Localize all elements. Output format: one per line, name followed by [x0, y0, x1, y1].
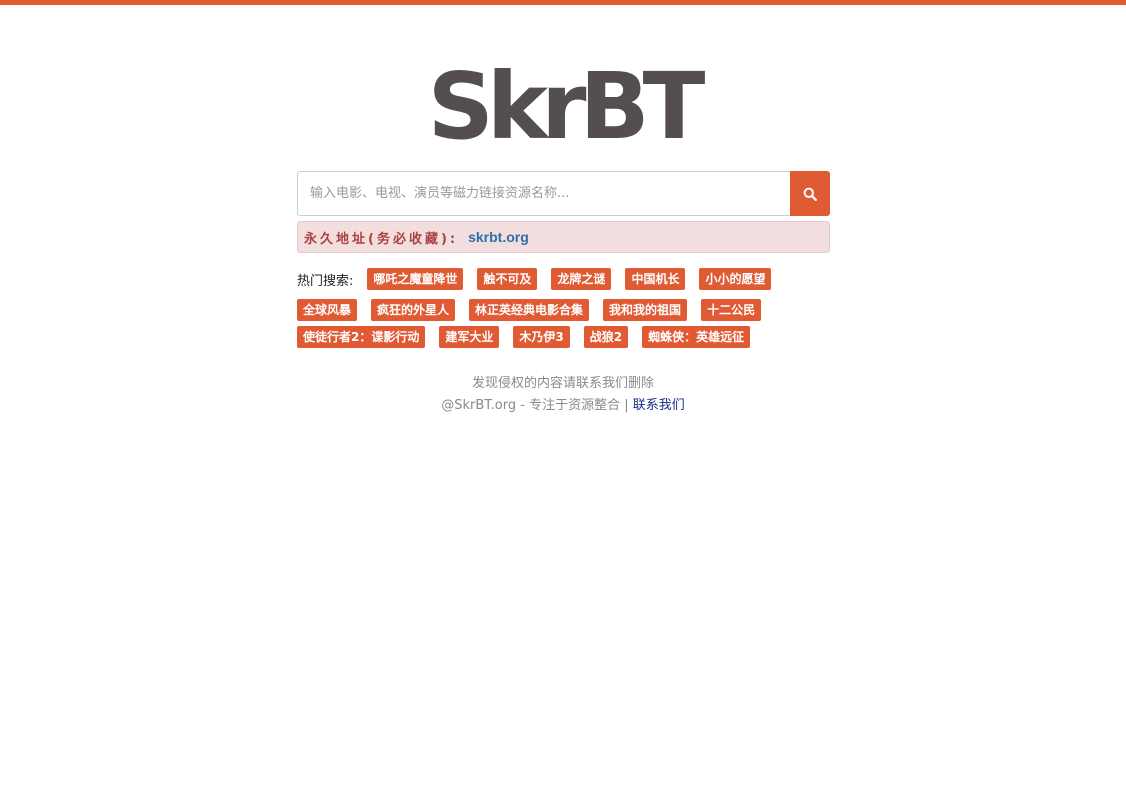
- hot-tag[interactable]: 蜘蛛侠：英雄远征: [642, 326, 751, 348]
- hot-tag[interactable]: 龙牌之谜: [551, 268, 612, 290]
- hot-tag[interactable]: 十二公民: [701, 299, 762, 321]
- copyright-notice: 发现侵权的内容请联系我们删除: [471, 376, 654, 391]
- permanent-address-notice: 永久地址(务必收藏): skrbt.org: [297, 221, 830, 253]
- hot-tag[interactable]: 全球风暴: [297, 299, 358, 321]
- hot-tag[interactable]: 木乃伊3: [513, 326, 570, 348]
- footer-credits: @SkrBT.org - 专注于资源整合 | 联系我们: [0, 395, 1126, 417]
- hot-row: 热门搜索: 哪吒之魔童降世 触不可及 龙牌之谜 中国机长 小小的愿望: [297, 268, 830, 290]
- top-accent-bar: [0, 0, 1126, 5]
- search-bar: [297, 171, 830, 216]
- notice-label: 永久地址(务必收藏):: [304, 231, 459, 247]
- hot-tag[interactable]: 哪吒之魔童降世: [367, 268, 464, 290]
- hot-tag[interactable]: 战狼2: [583, 326, 629, 348]
- search-button[interactable]: [790, 171, 830, 216]
- hot-tag[interactable]: 林正英经典电影合集: [469, 299, 590, 321]
- search-input[interactable]: [297, 171, 790, 216]
- search-icon: [803, 187, 817, 201]
- hot-tag[interactable]: 触不可及: [477, 268, 538, 290]
- hot-tag[interactable]: 小小的愿望: [699, 268, 772, 290]
- footer-credits-text: @SkrBT.org - 专注于资源整合 |: [441, 398, 633, 413]
- hot-searches-label: 热门搜索:: [297, 273, 354, 289]
- hot-tag[interactable]: 使徒行者2：谍影行动: [297, 326, 426, 348]
- hot-tag[interactable]: 中国机长: [625, 268, 686, 290]
- hot-row: 使徒行者2：谍影行动 建军大业 木乃伊3 战狼2 蜘蛛侠：英雄远征: [297, 326, 830, 348]
- contact-us-link[interactable]: 联系我们: [633, 398, 685, 413]
- hot-tag[interactable]: 建军大业: [439, 326, 500, 348]
- hot-tag[interactable]: 我和我的祖国: [603, 299, 688, 321]
- hot-searches: 热门搜索: 哪吒之魔童降世 触不可及 龙牌之谜 中国机长 小小的愿望 全球风暴 …: [297, 268, 830, 357]
- permanent-address-link[interactable]: skrbt.org: [468, 229, 529, 245]
- hot-tag[interactable]: 疯狂的外星人: [371, 299, 456, 321]
- site-logo[interactable]: SkrBT: [0, 52, 1126, 162]
- footer: 发现侵权的内容请联系我们删除 @SkrBT.org - 专注于资源整合 | 联系…: [0, 373, 1126, 417]
- hot-row: 全球风暴 疯狂的外星人 林正英经典电影合集 我和我的祖国 十二公民: [297, 299, 830, 321]
